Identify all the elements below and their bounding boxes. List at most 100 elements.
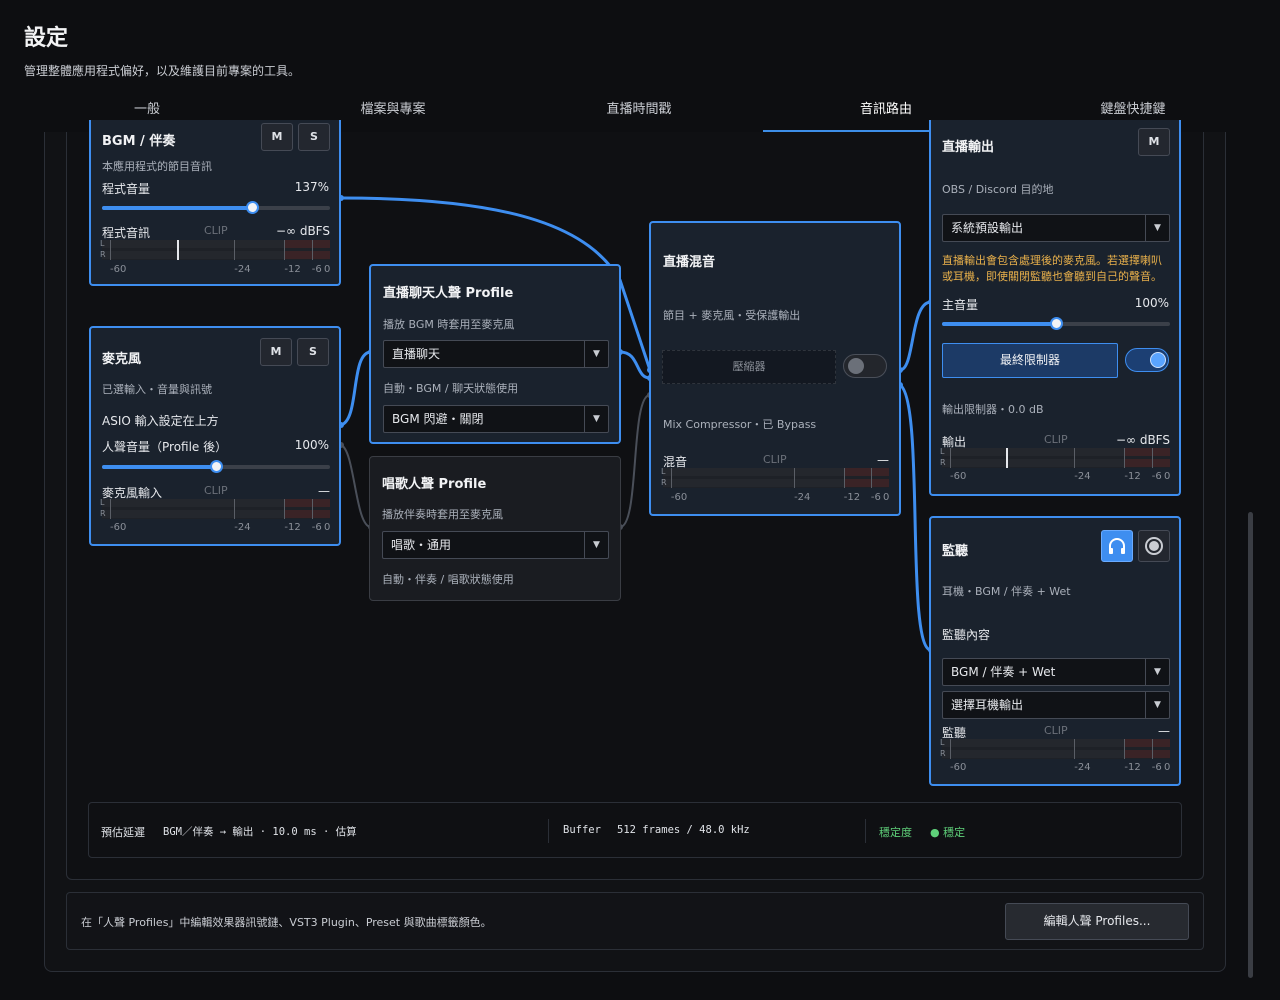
meter-scale-label: -6 (311, 522, 322, 533)
meter-tick (1074, 448, 1076, 468)
bgm-mute-button[interactable]: M (261, 123, 293, 151)
chevron-down-icon: ▼ (584, 341, 608, 367)
master-volume-label: 主音量 (942, 298, 979, 312)
node-stream-mix: 直播混音 節目 + 麥克風・受保護輸出 壓縮器 Mix Compressor・已… (649, 221, 901, 516)
compressor-status: Mix Compressor・已 Bypass (663, 418, 817, 431)
meter-scale-label: -60 (949, 762, 967, 773)
chevron-down-icon: ▼ (584, 532, 608, 558)
compressor-toggle[interactable] (843, 354, 887, 378)
stability-status-badge: ● 穩定 (930, 826, 966, 839)
mic-volume-slider[interactable] (102, 460, 330, 473)
mic-mute-button[interactable]: M (260, 338, 292, 366)
monitor-content-select[interactable]: BGM / 伴奏 + Wet ▼ (942, 658, 1170, 686)
monitor-subtitle: 耳機・BGM / 伴奏 + Wet (942, 585, 1071, 598)
meter-scale-label: -24 (234, 522, 251, 533)
chat-profile-title: 直播聊天人聲 Profile (383, 286, 514, 301)
chevron-down-icon: ▼ (1145, 692, 1169, 718)
wire-mix-to-output (898, 300, 933, 372)
output-mute-button[interactable]: M (1138, 128, 1170, 156)
mic-clip-indicator: CLIP (204, 484, 228, 497)
chevron-down-icon: ▼ (1145, 659, 1169, 685)
compressor-slot[interactable]: 壓縮器 (662, 350, 836, 384)
meter-scale-label: -24 (794, 492, 811, 503)
meter-scale-label: -6 (1151, 471, 1162, 482)
bgm-clip-indicator: CLIP (204, 224, 228, 237)
wire-mic-to-chat (339, 350, 373, 427)
meter-scale-label: -12 (1124, 471, 1141, 482)
headphones-icon[interactable] (1101, 530, 1133, 562)
output-meter-header: 輸出 CLIP −∞ dBFS (942, 433, 1170, 449)
output-device-select[interactable]: 系統預設輸出 ▼ (942, 214, 1170, 242)
meter-clip-zone (284, 240, 330, 248)
scrollbar[interactable] (1248, 512, 1253, 978)
bgm-meter-header: 程式音訊 CLIP −∞ dBFS (102, 224, 330, 240)
meter-channel-label: L (100, 239, 105, 248)
latency-label: 預估延遲 (101, 826, 145, 839)
meter-tick (1151, 739, 1153, 759)
monitor-title: 監聽 (942, 544, 969, 559)
meter-clip-zone (284, 510, 330, 518)
final-limiter-button[interactable]: 最終限制器 (942, 343, 1118, 378)
chat-ducking-select[interactable]: BGM 閃避・關閉 ▼ (383, 405, 609, 433)
bgm-level-meter: LR (100, 239, 330, 260)
mic-volume-knob[interactable] (210, 460, 223, 473)
bgm-volume-label: 程式音量 (102, 182, 151, 196)
wire-mix-to-monitor (898, 383, 933, 652)
meter-tick (1074, 739, 1076, 759)
edit-vocal-profiles-button[interactable]: 編輯人聲 Profiles... (1005, 903, 1189, 940)
bgm-solo-button[interactable]: S (298, 123, 330, 151)
meter-tick (109, 240, 111, 260)
mic-title: 麥克風 (102, 352, 142, 367)
master-volume-slider[interactable] (942, 317, 1170, 330)
mic-solo-button[interactable]: S (297, 338, 329, 366)
meter-channel-bar (942, 739, 1170, 747)
chat-profile-auto-note: 自動・BGM / 聊天狀態使用 (383, 382, 519, 395)
meter-tick (670, 468, 672, 488)
monitor-level-meter: LR (940, 738, 1170, 759)
output-device-select-value: 系統預設輸出 (951, 221, 1024, 235)
monitor-content-select-value: BGM / 伴奏 + Wet (951, 665, 1056, 679)
mic-asio-note: ASIO 輸入設定在上方 (102, 414, 219, 428)
wire-sing-to-mix (619, 394, 651, 528)
routing-status-bar: 預估延遲 BGM／伴奏 → 輸出 · 10.0 ms · 估算 Buffer 5… (88, 802, 1182, 858)
final-limiter-toggle[interactable] (1125, 348, 1169, 372)
sing-profile-title: 唱歌人聲 Profile (382, 477, 487, 492)
meter-scale-label: -60 (949, 471, 967, 482)
chat-profile-subtitle: 播放 BGM 時套用至麥克風 (383, 318, 515, 331)
mix-title: 直播混音 (663, 255, 716, 270)
record-icon[interactable] (1138, 530, 1170, 562)
meter-tick (234, 499, 236, 519)
latency-value: BGM／伴奏 → 輸出 · 10.0 ms · 估算 (163, 826, 357, 838)
meter-tick (109, 499, 111, 519)
chat-profile-select[interactable]: 直播聊天 ▼ (383, 340, 609, 368)
sing-profile-select[interactable]: 唱歌・通用 ▼ (382, 531, 609, 559)
meter-tick (870, 468, 872, 488)
meter-channel-bar (942, 459, 1170, 467)
meter-clip-zone (1124, 448, 1170, 456)
bgm-volume-knob[interactable] (246, 201, 260, 214)
meter-tick (794, 468, 796, 488)
meter-clip-zone (284, 251, 330, 259)
meter-channel-label: R (940, 458, 946, 467)
meter-channel-bar (102, 499, 330, 507)
meter-channel-bar (102, 510, 330, 518)
meter-clip-zone (1124, 459, 1170, 467)
meter-scale-label: -60 (670, 492, 688, 503)
bgm-meter-scale: -60 -24 -12 -6 0 (102, 264, 330, 276)
output-peak-marker (1006, 448, 1008, 468)
node-sing-profile: 唱歌人聲 Profile 播放伴奏時套用至麥克風 唱歌・通用 ▼ 自動・伴奏 /… (369, 456, 621, 601)
chevron-down-icon: ▼ (1145, 215, 1169, 241)
chat-ducking-select-value: BGM 閃避・關閉 (392, 412, 484, 426)
bgm-volume-slider[interactable] (102, 201, 330, 214)
mix-level-meter: LR (661, 467, 889, 488)
meter-channel-label: L (100, 498, 105, 507)
meter-tick (949, 739, 951, 759)
sing-profile-subtitle: 播放伴奏時套用至麥克風 (382, 508, 503, 521)
master-volume-knob[interactable] (1050, 317, 1063, 330)
headphone-output-select[interactable]: 選擇耳機輸出 ▼ (942, 691, 1170, 719)
master-volume-value: 100% (1134, 296, 1169, 310)
meter-channel-bar (102, 251, 330, 259)
chevron-down-icon: ▼ (584, 406, 608, 432)
compressor-toggle-knob (848, 358, 864, 374)
meter-scale-label: 0 (1164, 762, 1171, 773)
